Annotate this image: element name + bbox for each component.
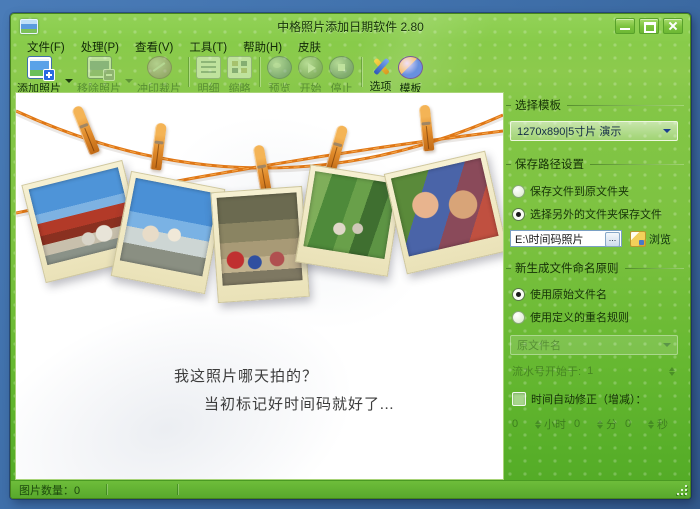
caption-line-2: 当初标记好时间码就好了...	[204, 397, 395, 413]
statusbar: 图片数量：0	[11, 480, 690, 498]
maximize-icon	[644, 22, 656, 33]
browse-folder-icon	[630, 230, 646, 247]
detail-view-icon	[196, 56, 221, 79]
minutes-value: 0	[574, 418, 581, 430]
menu-help[interactable]: 帮助(H)	[236, 38, 289, 56]
menubar: 文件(F) 处理(P) 查看(V) 工具(T) 帮助(H) 皮肤	[11, 38, 690, 55]
naming-section-title: 新生成文件命名原则	[506, 260, 684, 276]
seconds-spinner[interactable]	[648, 417, 654, 432]
menu-process[interactable]: 处理(P)	[74, 38, 126, 56]
radio-icon	[512, 184, 525, 198]
add-photo-icon	[26, 56, 55, 81]
toolbar-separator	[361, 57, 362, 87]
settings-sidebar: 选择模板 1270x890|5寸片 演示 保存路径设置 保存文件到原文件夹 选择…	[506, 92, 684, 476]
template-section-title: 选择模板	[506, 97, 684, 113]
titlebar[interactable]: 中格照片添加日期软件 2.80	[11, 14, 690, 38]
window-title: 中格照片添加日期软件 2.80	[277, 20, 424, 34]
time-adjust-label: 时间自动修正（增减）：	[531, 394, 647, 406]
save-path-field-wrap: ...	[510, 230, 622, 247]
radio-save-other-folder[interactable]: 选择另外的文件夹保存文件	[512, 206, 684, 222]
print-crop-icon	[146, 56, 172, 79]
template-icon	[398, 56, 423, 79]
preview-button[interactable]: 预览	[264, 55, 295, 96]
start-button[interactable]: 开始	[295, 55, 326, 96]
template-select[interactable]: 1270x890|5寸片 演示	[510, 121, 678, 141]
menu-view[interactable]: 查看(V)	[128, 38, 180, 56]
remove-photo-button[interactable]: 移除照片	[74, 55, 124, 96]
filename-rule-select[interactable]: 原文件名	[510, 335, 678, 355]
radio-use-custom-rule[interactable]: 使用定义的重名规则	[512, 309, 684, 325]
chevron-down-icon	[663, 343, 671, 351]
radio-selected-icon	[512, 287, 525, 301]
path-ellipsis-button[interactable]: ...	[605, 232, 620, 247]
minimize-button[interactable]	[615, 18, 635, 34]
template-selected-value: 1270x890|5寸片 演示	[517, 126, 622, 138]
desktop: 中格照片添加日期软件 2.80 文件(F) 处理(P) 查看(V) 工具(T) …	[0, 0, 700, 509]
serial-start-value: 1	[587, 365, 594, 377]
radio-icon	[512, 310, 525, 324]
statusbar-divider	[177, 484, 179, 495]
browse-button[interactable]: 浏览	[649, 231, 671, 247]
app-window: 中格照片添加日期软件 2.80 文件(F) 处理(P) 查看(V) 工具(T) …	[10, 13, 691, 499]
preview-canvas: 我这照片哪天拍的？ 当初标记好时间码就好了...	[15, 92, 504, 480]
thumbnail-view-icon	[227, 56, 252, 79]
minimize-icon	[620, 28, 630, 30]
toolbar-separator	[188, 57, 189, 87]
preview-icon	[267, 56, 292, 79]
photo-family-closeup	[383, 150, 503, 275]
time-adjust-row: 时间自动修正（增减）：	[512, 391, 684, 407]
menu-tools[interactable]: 工具(T)	[182, 38, 234, 56]
seconds-value: 0	[625, 418, 632, 430]
radio-use-original-name[interactable]: 使用原始文件名	[512, 286, 684, 302]
start-icon	[298, 56, 323, 79]
toolbar: 添加照片 移除照片 冲印裁片 明细 缩略 预览 开始 停止 选项 模板	[11, 55, 690, 95]
serial-start-row: 流水号开始于: 1	[512, 363, 678, 379]
resize-grip[interactable]	[677, 485, 687, 495]
radio-selected-icon	[512, 207, 525, 221]
serial-spinner[interactable]	[669, 364, 675, 379]
hours-unit: 小时	[544, 419, 566, 431]
window-controls	[615, 18, 683, 34]
save-path-row: ... 浏览	[510, 230, 678, 247]
hours-spinner[interactable]	[535, 417, 541, 432]
minutes-spinner[interactable]	[597, 417, 603, 432]
time-adjust-spinners: 0 小时 0 分 0 秒	[512, 416, 678, 432]
add-photo-button[interactable]: 添加照片	[14, 55, 64, 96]
thumbnail-view-button[interactable]: 缩略	[224, 55, 255, 96]
hours-value: 0	[512, 418, 519, 430]
print-crop-button[interactable]: 冲印裁片	[134, 55, 184, 96]
remove-photo-dropdown-arrow[interactable]	[125, 78, 133, 87]
save-path-section-title: 保存路径设置	[506, 156, 684, 172]
statusbar-divider	[106, 484, 108, 495]
minutes-unit: 分	[606, 419, 617, 431]
time-adjust-checkbox[interactable]	[512, 392, 526, 406]
options-button[interactable]: 选项	[366, 55, 395, 94]
detail-view-button[interactable]: 明细	[193, 55, 224, 96]
radio-save-original-folder[interactable]: 保存文件到原文件夹	[512, 183, 684, 199]
toolbar-separator	[259, 57, 260, 87]
remove-photo-icon	[86, 56, 115, 81]
stop-icon	[329, 56, 354, 79]
close-button[interactable]	[663, 18, 683, 34]
serial-start-label: 流水号开始于:	[512, 366, 582, 378]
options-icon	[369, 56, 392, 77]
caption-line-1: 我这照片哪天拍的？	[174, 369, 319, 385]
photo-rock-group	[210, 185, 310, 304]
photo-sky-group	[110, 170, 226, 295]
chevron-down-icon	[663, 129, 671, 137]
photo-count-status: 图片数量：0	[19, 484, 81, 497]
seconds-unit: 秒	[657, 419, 668, 431]
menu-file[interactable]: 文件(F)	[20, 38, 72, 56]
stop-button[interactable]: 停止	[326, 55, 357, 96]
menu-skin[interactable]: 皮肤	[291, 38, 328, 56]
template-button[interactable]: 模板	[395, 55, 426, 96]
add-photo-dropdown-arrow[interactable]	[65, 78, 73, 87]
maximize-button[interactable]	[639, 18, 659, 34]
